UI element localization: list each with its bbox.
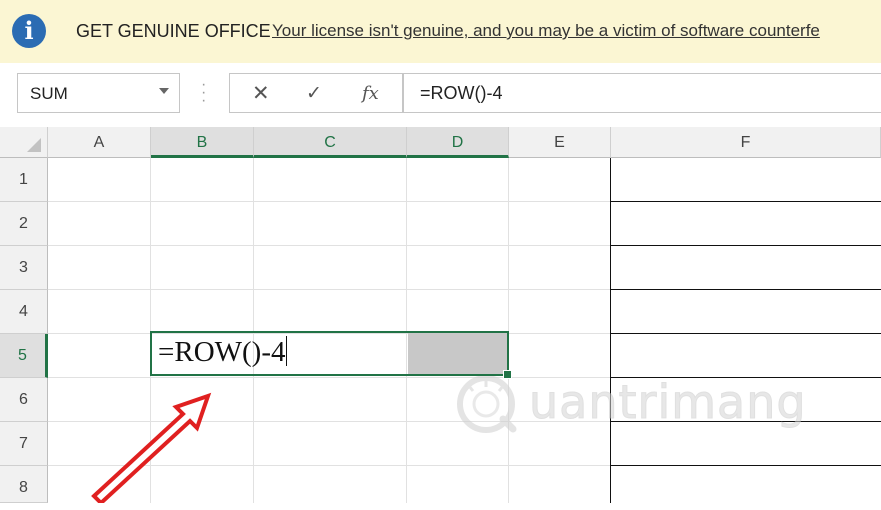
column-header-f[interactable]: F [611,127,881,158]
insert-function-icon[interactable]: fx [362,83,379,104]
cell-formula: =ROW()-4 [158,336,286,368]
row-header-1[interactable]: 1 [0,158,48,202]
fill-handle[interactable] [503,370,512,379]
name-box[interactable]: SUM [17,73,180,113]
column-f-cell-border [611,245,881,246]
info-icon: i [12,14,46,48]
column-f-cell-border [611,465,881,466]
text-caret [286,336,288,366]
row-header-4[interactable]: 4 [0,290,48,334]
name-box-value: SUM [30,84,68,103]
select-all-triangle-icon [27,138,41,152]
row-header-6[interactable]: 6 [0,378,48,422]
row-header-5[interactable]: 5 [0,334,48,378]
column-header-e[interactable]: E [509,127,611,158]
selected-range-fill [408,333,507,374]
formula-buttons: ✕ ✓ fx [229,73,403,113]
watermark: uantrimang [455,349,815,439]
resize-handle[interactable]: · · · [201,77,206,109]
watermark-text: uantrimang [529,375,807,430]
message-bar: i GET GENUINE OFFICE Your license isn't … [0,0,881,64]
cancel-icon[interactable]: ✕ [252,81,270,106]
annotation-arrow-icon [91,392,212,503]
cell-edit-text[interactable]: =ROW()-4 [158,336,288,369]
column-header-b[interactable]: B [151,127,254,158]
row-header-3[interactable]: 3 [0,246,48,290]
formula-input[interactable]: =ROW()-4 [403,73,881,113]
formula-text: =ROW()-4 [420,83,503,103]
message-bar-title: GET GENUINE OFFICE [76,21,271,41]
enter-icon[interactable]: ✓ [306,82,322,105]
column-header-d[interactable]: D [407,127,509,158]
select-all-button[interactable] [0,127,48,158]
column-header-a[interactable]: A [48,127,151,158]
row-header-8[interactable]: 8 [0,466,48,503]
chevron-down-icon[interactable] [159,88,169,94]
license-warning-link[interactable]: Your license isn't genuine, and you may … [272,21,881,41]
column-f-cell-border [611,289,881,290]
watermark-logo-icon [457,375,517,433]
column-f-cell-border [611,201,881,202]
column-header-c[interactable]: C [254,127,407,158]
formula-bar-row: SUM · · · ✕ ✓ fx =ROW()-4 [0,63,881,128]
row-header-7[interactable]: 7 [0,422,48,466]
column-f-cell-border [611,333,881,334]
row-header-2[interactable]: 2 [0,202,48,246]
column-f-border [610,158,611,503]
